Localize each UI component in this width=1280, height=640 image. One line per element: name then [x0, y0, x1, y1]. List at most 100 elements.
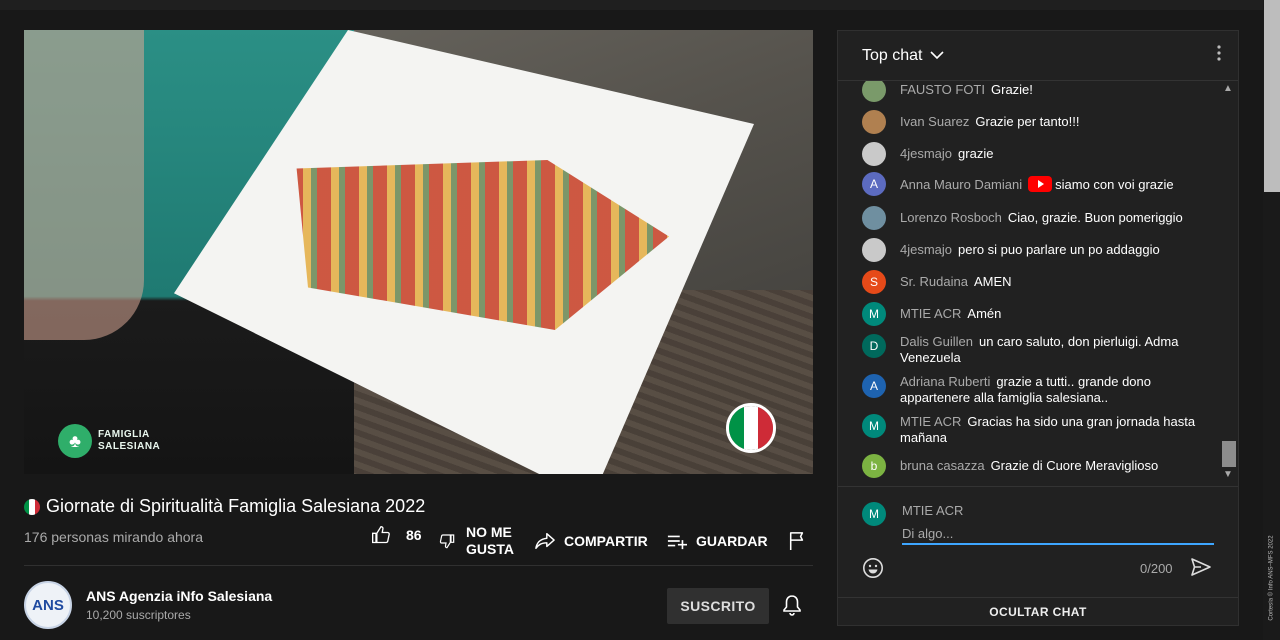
channel-info: ANS ANS Agenzia iNfo Salesiana 10,200 su… — [24, 581, 272, 629]
chat-message: b bruna casazza Grazie di Cuore Meravigli… — [862, 454, 1212, 478]
message-author[interactable]: 4jesmajo — [900, 242, 952, 257]
message-author[interactable]: MTIE ACR — [900, 306, 961, 321]
current-user-avatar: M — [862, 502, 886, 526]
message-text: siamo con voi grazie — [1055, 177, 1174, 192]
italy-flag-icon — [726, 403, 776, 453]
chat-message: S Sr. Rudaina AMEN — [862, 270, 1212, 294]
chat-header: Top chat — [838, 31, 1238, 81]
message-author[interactable]: Dalis Guillen — [900, 334, 973, 349]
message-author[interactable]: bruna casazza — [900, 458, 985, 473]
author-avatar: A — [862, 172, 886, 196]
message-author[interactable]: FAUSTO FOTI — [900, 82, 985, 97]
credit-text: Cortesía © Info ANS–MFS 2022 — [1269, 534, 1276, 621]
author-avatar: b — [862, 454, 886, 478]
channel-name[interactable]: ANS Agenzia iNfo Salesiana — [86, 588, 272, 604]
chat-message: A Anna Mauro Damiani siamo con voi grazie — [862, 172, 1212, 196]
message-text: Grazie! — [991, 82, 1033, 97]
send-icon[interactable] — [1190, 557, 1212, 582]
famiglia-salesiana-watermark: ♣ FAMIGLIA SALESIANA — [58, 424, 160, 458]
more-options-icon[interactable] — [1216, 44, 1222, 67]
channel-subscribers: 10,200 suscriptores — [86, 608, 191, 622]
chat-scroll-up-icon[interactable]: ▲ — [1223, 83, 1233, 94]
message-author[interactable]: Lorenzo Rosboch — [900, 210, 1002, 225]
message-text: Ciao, grazie. Buon pomeriggio — [1007, 210, 1183, 225]
chat-message: Ivan Suarez Grazie per tanto!!! — [862, 110, 1212, 134]
flag-icon — [786, 530, 808, 552]
dislike-label-line2: GUSTA — [466, 541, 514, 557]
chat-scroll-down-icon[interactable]: ▼ — [1223, 469, 1233, 480]
message-text: Grazie di Cuore Meraviglioso — [990, 458, 1159, 473]
dislike-label-line1: NO ME — [466, 524, 512, 540]
chat-mode-dropdown[interactable]: Top chat — [862, 46, 945, 65]
author-avatar: A — [862, 374, 886, 398]
author-avatar — [862, 110, 886, 134]
author-avatar: M — [862, 302, 886, 326]
current-user-name: MTIE ACR — [902, 503, 964, 518]
chat-mode-label: Top chat — [862, 46, 923, 64]
chat-message: FAUSTO FOTI Grazie! — [862, 81, 1212, 102]
message-author[interactable]: Anna Mauro Damiani — [900, 177, 1022, 192]
chat-messages[interactable]: FAUSTO FOTI Grazie! Ivan Suarez Grazie per… — [838, 81, 1238, 486]
message-author[interactable]: MTIE ACR — [900, 414, 961, 429]
message-text: pero si puo parlare un po addaggio — [958, 242, 1160, 257]
message-author[interactable]: Sr. Rudaina — [900, 274, 968, 289]
chat-message-input[interactable] — [902, 523, 1214, 545]
subscribe-button[interactable]: SUSCRITO — [667, 588, 769, 624]
italy-flag-icon — [24, 498, 40, 515]
chat-message: 4jesmajo grazie — [862, 142, 1212, 166]
message-text: grazie — [958, 146, 994, 161]
share-label: COMPARTIR — [564, 533, 648, 549]
hide-chat-button[interactable]: OCULTAR CHAT — [838, 597, 1238, 625]
author-avatar — [862, 238, 886, 262]
thumbs-down-icon — [436, 530, 458, 552]
chat-message: D Dalis Guillen un caro saluto, don pierl… — [862, 330, 1212, 366]
message-text: AMEN — [973, 274, 1012, 289]
tree-logo-icon: ♣ — [58, 424, 92, 458]
live-chat-panel: Top chat FAUSTO FOTI Grazie! Ivan Suarez G… — [837, 30, 1239, 626]
message-author[interactable]: 4jesmajo — [900, 146, 952, 161]
author-avatar — [862, 142, 886, 166]
video-player[interactable]: ♣ FAMIGLIA SALESIANA — [24, 30, 813, 474]
author-avatar: D — [862, 334, 886, 358]
top-bar — [0, 0, 1280, 10]
author-avatar — [862, 81, 886, 102]
author-avatar: M — [862, 414, 886, 438]
live-viewers: 176 personas mirando ahora — [24, 529, 204, 545]
author-avatar — [862, 206, 886, 230]
save-label: GUARDAR — [696, 533, 768, 549]
chat-composer: M MTIE ACR 0/200 — [838, 486, 1238, 597]
thumbs-up-icon — [370, 524, 392, 546]
chat-message: Lorenzo Rosboch Ciao, grazie. Buon pomeri… — [862, 206, 1212, 230]
video-title: Giornate di Spiritualità Famiglia Salesi… — [24, 496, 425, 517]
video-frame-arm — [24, 30, 144, 340]
chat-message: A Adriana Ruberti grazie a tutti.. grande… — [862, 370, 1212, 406]
page-scrollbar-thumb[interactable] — [1264, 0, 1280, 192]
message-text: Amén — [967, 306, 1002, 321]
divider — [24, 565, 813, 566]
dislike-button[interactable]: NO ME GUSTA — [436, 524, 514, 558]
bell-icon — [781, 594, 803, 616]
message-text: Grazie per tanto!!! — [975, 114, 1080, 129]
notification-bell-button[interactable] — [781, 594, 803, 621]
report-button[interactable] — [786, 530, 808, 552]
author-avatar: S — [862, 270, 886, 294]
youtube-emoji-icon — [1028, 176, 1053, 192]
watermark-line2: SALESIANA — [98, 441, 161, 452]
channel-avatar[interactable]: ANS — [24, 581, 72, 629]
character-counter: 0/200 — [1140, 561, 1173, 576]
share-arrow-icon — [534, 530, 556, 552]
chevron-down-icon — [930, 47, 945, 65]
chat-message: M MTIE ACR Gracias ha sido una gran jorna… — [862, 410, 1212, 446]
message-author[interactable]: Adriana Ruberti — [900, 374, 990, 389]
message-author[interactable]: Ivan Suarez — [900, 114, 969, 129]
chat-scrollbar-thumb[interactable] — [1222, 441, 1236, 467]
like-count: 86 — [406, 527, 422, 543]
save-button[interactable]: GUARDAR — [666, 530, 768, 552]
share-button[interactable]: COMPARTIR — [534, 530, 648, 552]
like-button[interactable]: 86 — [370, 524, 422, 546]
chat-message: 4jesmajo pero si puo parlare un po addagg… — [862, 238, 1212, 262]
video-title-text: Giornate di Spiritualità Famiglia Salesi… — [46, 496, 426, 516]
watermark-line1: FAMIGLIA — [98, 429, 150, 440]
emoji-picker-icon[interactable] — [862, 557, 884, 584]
video-credit: Cortesía © Info ANS–MFS 2022 — [1262, 520, 1280, 635]
